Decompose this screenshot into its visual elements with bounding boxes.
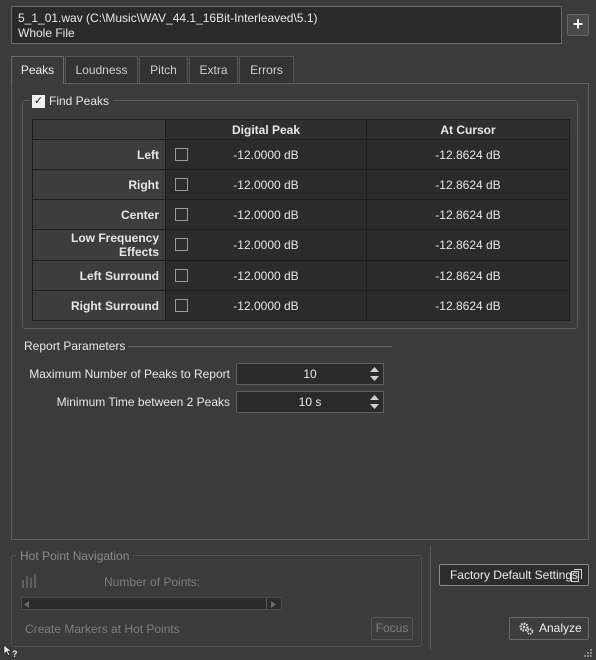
table-corner bbox=[32, 119, 166, 140]
analyze-button[interactable]: Analyze bbox=[509, 617, 589, 640]
min-time-label: Minimum Time between 2 Peaks bbox=[56, 395, 230, 409]
file-selector[interactable]: 5_1_01.wav (C:\Music\WAV_44.1_16Bit-Inte… bbox=[11, 6, 562, 44]
max-peaks-label: Maximum Number of Peaks to Report bbox=[29, 367, 230, 381]
channel-checkbox[interactable] bbox=[175, 178, 188, 191]
channel-checkbox[interactable] bbox=[175, 299, 188, 312]
file-path-label: 5_1_01.wav (C:\Music\WAV_44.1_16Bit-Inte… bbox=[18, 11, 318, 25]
at-cursor-value: -12.8624 dB bbox=[366, 290, 570, 321]
meter-bars-icon bbox=[22, 574, 36, 588]
digital-peak-value: -12.0000 dB bbox=[233, 207, 299, 222]
resize-grip-icon[interactable] bbox=[584, 649, 593, 658]
tab-label: Loudness bbox=[75, 63, 128, 77]
scroll-left-icon[interactable] bbox=[24, 601, 30, 608]
table-row: Right -12.0000 dB -12.8624 dB bbox=[32, 169, 570, 200]
add-file-button[interactable]: + bbox=[567, 14, 589, 36]
channel-checkbox[interactable] bbox=[175, 269, 188, 282]
analyze-label: Analyze bbox=[539, 621, 582, 635]
table-row: Left Surround -12.0000 dB -12.8624 dB bbox=[32, 260, 570, 291]
digital-peak-cell: -12.0000 dB bbox=[165, 290, 367, 321]
digital-peak-cell: -12.0000 dB bbox=[165, 169, 367, 200]
table-row: Left -12.0000 dB -12.8624 dB bbox=[32, 139, 570, 170]
column-header-digital-peak: Digital Peak bbox=[165, 119, 367, 140]
table-row: Right Surround -12.0000 dB -12.8624 dB bbox=[32, 290, 570, 321]
tab-label: Pitch bbox=[150, 63, 177, 77]
tab-label: Peaks bbox=[20, 63, 55, 77]
digital-peak-value: -12.0000 dB bbox=[233, 268, 299, 283]
file-range-label: Whole File bbox=[18, 26, 75, 40]
column-header-at-cursor: At Cursor bbox=[366, 119, 570, 140]
table-row: Center -12.0000 dB -12.8624 dB bbox=[32, 199, 570, 230]
digital-peak-cell: -12.0000 dB bbox=[165, 260, 367, 291]
factory-default-label: Factory Default Settings bbox=[449, 568, 579, 582]
tab-loudness[interactable]: Loudness bbox=[65, 56, 138, 83]
row-header-channel: Low Frequency Effects bbox=[32, 229, 166, 261]
min-time-spinbox[interactable]: 10 s bbox=[236, 391, 384, 413]
find-peaks-label: Find Peaks bbox=[49, 94, 110, 108]
svg-text:?: ? bbox=[12, 649, 18, 658]
help-cursor-icon[interactable]: ? bbox=[3, 644, 19, 658]
scroll-separator bbox=[266, 598, 267, 609]
tab-extra[interactable]: Extra bbox=[189, 56, 238, 83]
digital-peak-value: -12.0000 dB bbox=[233, 298, 299, 313]
at-cursor-value: -12.8624 dB bbox=[366, 229, 570, 261]
number-of-points-label: Number of Points: bbox=[104, 575, 201, 589]
spin-arrows-icon[interactable] bbox=[370, 367, 379, 381]
table-row: Low Frequency Effects -12.0000 dB -12.86… bbox=[32, 229, 570, 261]
digital-peak-value: -12.0000 dB bbox=[233, 238, 299, 252]
min-time-value: 10 s bbox=[298, 395, 322, 409]
row-header-channel: Center bbox=[32, 199, 166, 230]
create-markers-label: Create Markers at Hot Points bbox=[25, 622, 180, 636]
hot-point-title: Hot Point Navigation bbox=[16, 549, 134, 563]
channel-checkbox[interactable] bbox=[175, 208, 188, 221]
at-cursor-value: -12.8624 dB bbox=[366, 199, 570, 230]
points-scrollbar[interactable] bbox=[21, 597, 282, 610]
tab-peaks[interactable]: Peaks bbox=[11, 56, 64, 84]
table-header-row: Digital Peak At Cursor bbox=[32, 119, 570, 140]
vertical-divider bbox=[430, 546, 431, 650]
tab-pitch[interactable]: Pitch bbox=[139, 56, 188, 83]
row-header-channel: Left Surround bbox=[32, 260, 166, 291]
tab-label: Errors bbox=[250, 63, 283, 77]
row-header-channel: Right Surround bbox=[32, 290, 166, 321]
row-header-channel: Left bbox=[32, 139, 166, 170]
plus-icon: + bbox=[572, 14, 584, 34]
channel-checkbox[interactable] bbox=[175, 148, 188, 161]
tab-errors[interactable]: Errors bbox=[239, 56, 294, 83]
digital-peak-value: -12.0000 dB bbox=[233, 177, 299, 192]
at-cursor-value: -12.8624 dB bbox=[366, 169, 570, 200]
digital-peak-cell: -12.0000 dB bbox=[165, 229, 367, 261]
section-divider bbox=[128, 346, 392, 347]
at-cursor-value: -12.8624 dB bbox=[366, 139, 570, 170]
digital-peak-cell: -12.0000 dB bbox=[165, 199, 367, 230]
find-peaks-checkbox[interactable]: ✓ bbox=[32, 94, 45, 108]
row-header-channel: Right bbox=[32, 169, 166, 200]
factory-default-settings-button[interactable]: Factory Default Settings bbox=[439, 564, 589, 586]
digital-peak-cell: -12.0000 dB bbox=[165, 139, 367, 170]
max-peaks-value: 10 bbox=[303, 367, 317, 381]
scroll-right-icon[interactable] bbox=[271, 601, 277, 608]
document-icon bbox=[571, 569, 582, 582]
peaks-table: Digital Peak At Cursor Left -12.0000 dB … bbox=[32, 119, 570, 321]
at-cursor-value: -12.8624 dB bbox=[366, 260, 570, 291]
find-peaks-toggle[interactable]: ✓ Find Peaks bbox=[30, 92, 114, 110]
max-peaks-spinbox[interactable]: 10 bbox=[236, 363, 384, 385]
focus-button[interactable]: Focus bbox=[371, 617, 413, 640]
spin-arrows-icon[interactable] bbox=[370, 395, 379, 409]
tab-label: Extra bbox=[199, 63, 228, 77]
channel-checkbox[interactable] bbox=[175, 238, 188, 251]
gears-icon bbox=[519, 622, 534, 635]
digital-peak-value: -12.0000 dB bbox=[233, 147, 299, 162]
report-parameters-title: Report Parameters bbox=[24, 339, 126, 353]
